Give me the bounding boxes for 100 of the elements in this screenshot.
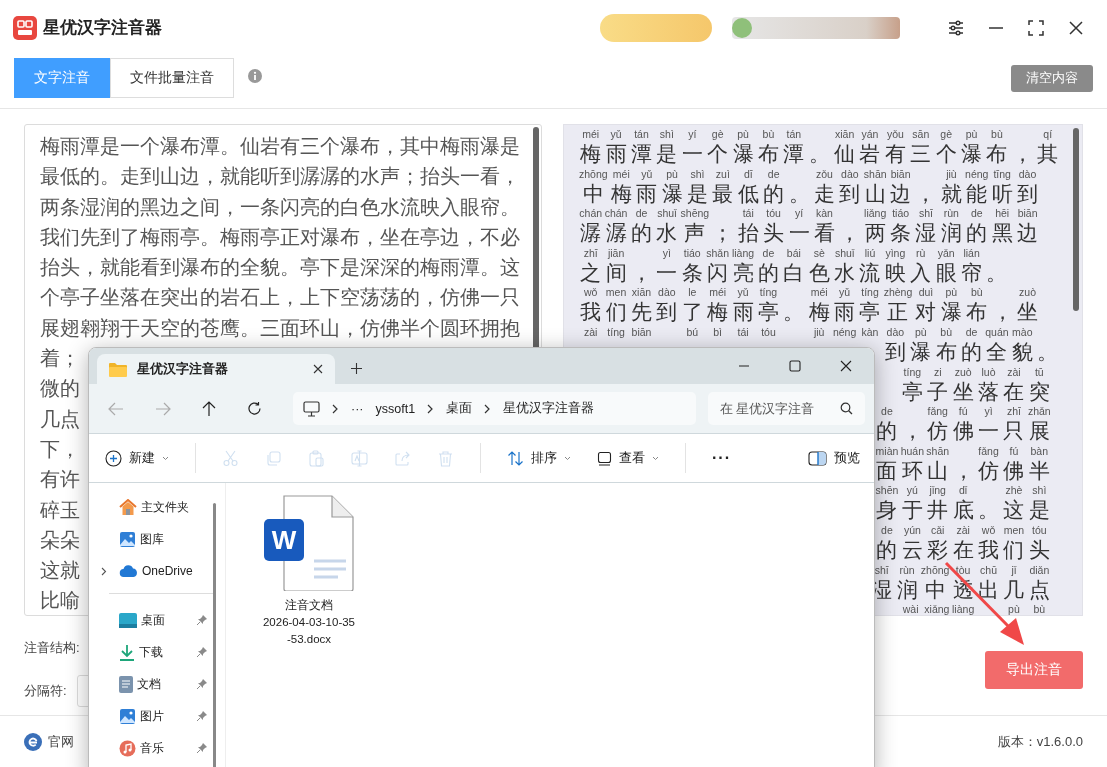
pinyin: méi — [708, 285, 728, 300]
sidebar-item[interactable]: 主文件夹 — [89, 491, 213, 523]
pinyin: jiù — [945, 166, 958, 181]
hanzi: 佛 — [1003, 457, 1025, 483]
info-icon[interactable] — [248, 69, 262, 83]
website-link[interactable]: 官网 — [48, 732, 74, 751]
hanzi: 一 — [978, 418, 999, 444]
scrollbar[interactable] — [213, 503, 216, 767]
maximize-icon[interactable] — [789, 360, 801, 372]
pinyin: méi — [611, 166, 631, 181]
option-label: 分隔符: — [24, 681, 67, 700]
pinyin: dào — [885, 324, 906, 339]
pinyin: zuì — [714, 166, 731, 181]
pinyin: pù — [964, 127, 979, 141]
pinyin: wài — [901, 602, 920, 617]
pinyin: zhè — [1004, 483, 1024, 498]
close-icon[interactable] — [1067, 18, 1085, 37]
pinyin: shì — [658, 127, 675, 141]
pinyin: zuò — [953, 364, 973, 379]
pinyin: lián — [962, 245, 981, 260]
explorer-tab[interactable]: 星优汉字注音器 — [97, 354, 335, 384]
up-arrow-icon[interactable] — [202, 400, 216, 417]
punctuation: 。 — [788, 180, 810, 206]
sort-button[interactable]: 排序 — [507, 449, 571, 467]
chevron-down-icon — [564, 455, 571, 461]
copy-icon — [265, 449, 282, 467]
hanzi: 点 — [1028, 576, 1050, 602]
music-icon — [119, 739, 136, 757]
scissors-icon — [222, 449, 239, 467]
hanzi: 个 — [707, 141, 729, 166]
pinyin: wǒ — [582, 285, 599, 300]
pinyin: gè — [939, 127, 953, 141]
download-icon — [119, 643, 135, 661]
hanzi: 布 — [966, 299, 988, 325]
punctuation: ， — [952, 457, 974, 483]
hanzi: 的 — [966, 220, 988, 246]
sidebar-item[interactable]: 桌面 — [89, 604, 213, 636]
pinyin: shēn — [874, 483, 900, 498]
scrollbar[interactable] — [1073, 128, 1079, 311]
hanzi: 布 — [935, 338, 957, 364]
new-tab-icon[interactable] — [351, 363, 362, 374]
sidebar-item[interactable]: 图片 — [89, 700, 213, 732]
hanzi: 瀑 — [661, 180, 683, 206]
address-bar[interactable]: ··· yssoft1 桌面 星优汉字注音器 — [293, 392, 696, 425]
pinyin: kàn — [814, 206, 834, 221]
pinyin: sè — [812, 245, 826, 260]
hanzi: 在 — [952, 536, 974, 562]
more-button[interactable]: ··· — [712, 449, 731, 467]
maximize-icon[interactable] — [1027, 18, 1045, 37]
hanzi: 个 — [935, 141, 957, 166]
preview-button[interactable]: 预览 — [808, 449, 860, 467]
view-button[interactable]: 查看 — [597, 449, 659, 467]
pin-icon — [197, 679, 207, 689]
sidebar-item[interactable]: 文档 — [89, 668, 213, 700]
pinyin: dǐ — [958, 483, 969, 498]
pinyin: cǎi — [930, 522, 946, 537]
sidebar-item[interactable]: 下载 — [89, 636, 213, 668]
hanzi: 雨 — [732, 299, 754, 325]
settings-icon[interactable] — [947, 18, 965, 37]
close-icon[interactable] — [313, 364, 323, 374]
pinyin: de — [880, 522, 894, 537]
pinyin: yǔ — [838, 285, 852, 300]
pinyin: shuǐ — [656, 206, 678, 221]
hanzi: 我 — [978, 536, 999, 562]
hanzi: 云 — [901, 536, 923, 562]
file-item[interactable]: W 注音文档 2026-04-03-10-35 -53.docx — [254, 495, 364, 648]
new-button[interactable]: 新建 — [105, 449, 169, 467]
hanzi: 山 — [927, 457, 949, 483]
hanzi: 身 — [876, 497, 898, 523]
hanzi: 到 — [839, 180, 861, 206]
hanzi: 有 — [884, 141, 906, 166]
breadcrumb[interactable]: yssoft1 — [375, 401, 416, 416]
pinyin: tīng — [992, 166, 1012, 181]
source-text-fragment: 微的 — [40, 377, 80, 400]
close-icon[interactable] — [840, 360, 852, 372]
plus-circle-icon — [105, 449, 122, 467]
path-overflow[interactable]: ··· — [351, 401, 364, 416]
sidebar-item[interactable]: 图库 — [89, 523, 213, 555]
source-text-fragment: 着； — [40, 347, 80, 370]
refresh-icon[interactable] — [247, 401, 262, 416]
mode-tab[interactable]: 文件批量注音 — [110, 58, 234, 98]
breadcrumb[interactable]: 星优汉字注音器 — [503, 400, 595, 417]
pinyin: néng — [964, 166, 990, 181]
pinyin: yán — [860, 127, 880, 141]
expand-chevron-icon[interactable] — [101, 566, 107, 576]
pinyin: tíng — [902, 364, 923, 379]
pinyin: liú — [863, 245, 877, 260]
search-field[interactable]: 在 星优汉字注音 — [708, 392, 865, 425]
pinyin: jǐng — [928, 483, 947, 498]
source-text-fragment: 这就 — [40, 559, 80, 582]
punctuation: ， — [839, 220, 861, 246]
breadcrumb[interactable]: 桌面 — [446, 400, 473, 417]
pinyin: mào — [1011, 324, 1034, 339]
chevron-right-icon — [427, 403, 435, 414]
hanzi: 潺 — [605, 220, 627, 246]
hanzi: 看 — [813, 220, 835, 246]
sidebar-item[interactable]: 音乐 — [89, 732, 213, 764]
pinyin: zhōng — [919, 562, 951, 577]
sidebar-item[interactable]: OneDrive — [89, 555, 213, 587]
pinyin: pù — [913, 324, 928, 339]
